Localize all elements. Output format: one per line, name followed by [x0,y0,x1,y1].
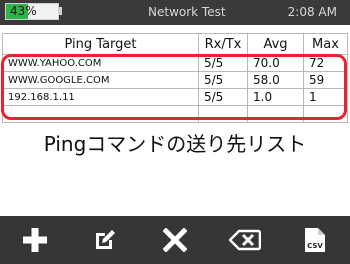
edit-icon [96,230,115,249]
clock: 2:08 AM [287,5,337,19]
empty-cell [303,105,348,123]
column-header-ping-target[interactable]: Ping Target [2,33,199,55]
empty-cell [198,105,248,123]
backspace-icon [229,229,261,251]
cell-ping-target: WWW.YAHOO.COM [2,54,199,72]
cell-avg: 70.0 [247,54,304,72]
cell-avg: 1.0 [247,88,304,106]
table-header-row: Ping Target Rx/Tx Avg Max [2,33,348,55]
bottom-toolbar: CSV [0,216,350,264]
plus-icon [23,228,47,252]
battery-cap [59,7,62,15]
empty-cell [247,105,304,123]
status-bar: 43% Network Test 2:08 AM [0,0,350,25]
cell-rx-tx: 5/5 [198,88,248,106]
export-csv-button[interactable]: CSV [295,220,335,260]
close-icon [163,228,187,252]
cell-rx-tx: 5/5 [198,71,248,89]
cell-ping-target: 192.168.1.11 [2,88,199,106]
cell-max: 59 [303,71,348,89]
table-row[interactable]: 192.168.1.11 5/5 1.0 1 [2,88,348,106]
table-row[interactable]: WWW.YAHOO.COM 5/5 70.0 72 [2,54,348,72]
cell-rx-tx: 5/5 [198,54,248,72]
add-button[interactable] [15,220,55,260]
cell-avg: 58.0 [247,71,304,89]
cell-max: 1 [303,88,348,106]
cell-ping-target: WWW.GOOGLE.COM [2,71,199,89]
column-header-rx-tx[interactable]: Rx/Tx [198,33,248,55]
column-header-max[interactable]: Max [303,33,348,55]
column-header-avg[interactable]: Avg [247,33,304,55]
battery-indicator: 43% [5,3,59,20]
app-title: Network Test [148,5,226,19]
empty-cell [2,105,199,123]
csv-label: CSV [307,242,323,250]
table-row-empty [2,105,348,123]
caption-text: Pingコマンドの送り先リスト [43,132,307,156]
table-row[interactable]: WWW.GOOGLE.COM 5/5 58.0 59 [2,71,348,89]
edit-button[interactable] [85,220,125,260]
delete-button[interactable] [155,220,195,260]
csv-file-icon: CSV [305,228,325,252]
cell-max: 72 [303,54,348,72]
ping-results-table: Ping Target Rx/Tx Avg Max WWW.YAHOO.COM … [2,33,348,123]
battery-percentage: 43% [10,4,37,18]
backspace-button[interactable] [225,220,265,260]
